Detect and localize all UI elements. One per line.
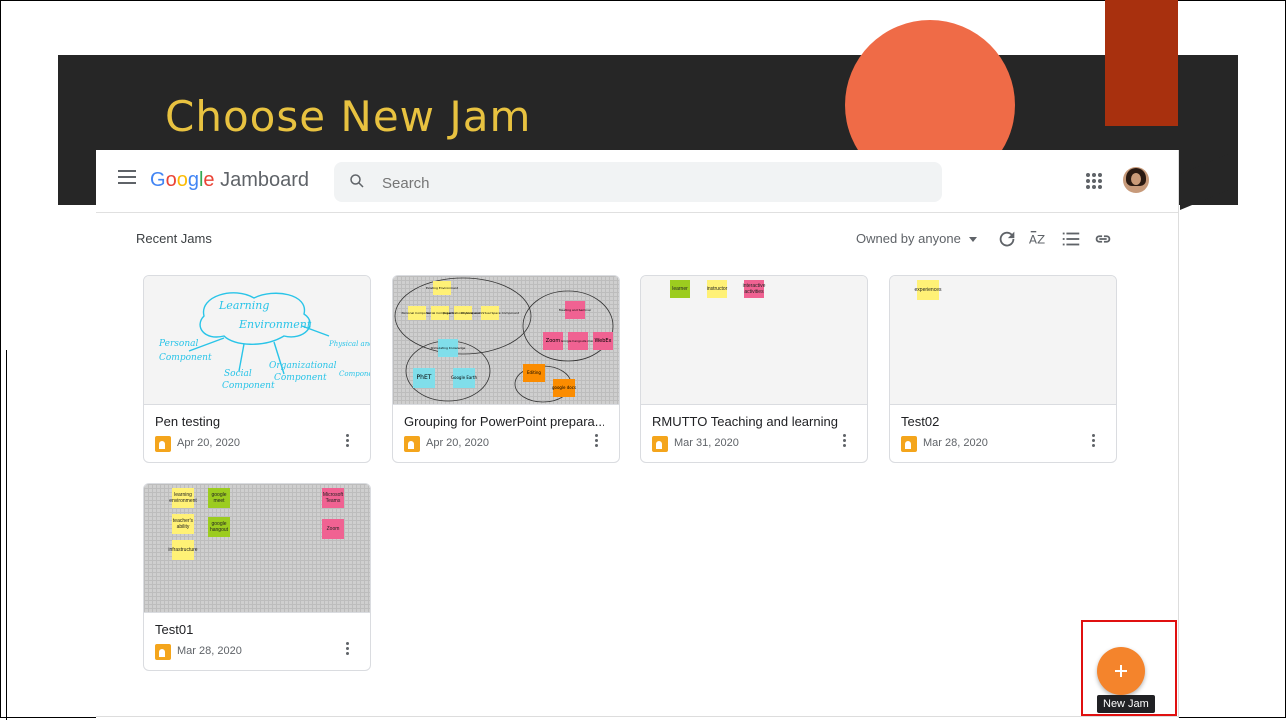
owner-filter-label: Owned by anyone [856,231,961,246]
sticky-note: instructor [707,280,727,298]
jam-thumbnail: learner instructor interactive activitie… [641,276,867,405]
new-jam-tooltip: New Jam [1097,695,1155,713]
refresh-icon[interactable] [996,228,1018,250]
google-apps-grid-icon[interactable] [1086,173,1102,189]
svg-text:Social: Social [224,369,252,379]
svg-text:Zoom: Zoom [546,338,561,344]
jam-title: Grouping for PowerPoint prepara... [404,414,604,429]
jamboard-file-icon [155,644,171,660]
search-icon[interactable] [348,172,366,190]
slide-title: Choose New Jam [165,92,532,141]
svg-text:Google hangouts meet: Google hangouts meet [561,339,596,343]
jam-date: Mar 28, 2020 [177,645,242,657]
google-wordmark: Google [150,169,215,191]
more-options-icon[interactable] [843,434,847,450]
handwriting-thumbnail: Learning Environment Personal Component … [158,292,370,391]
jam-date: Mar 28, 2020 [923,437,988,449]
jam-date: Apr 20, 2020 [426,437,489,449]
chevron-down-icon [968,237,977,243]
jam-card-grouping[interactable]: Existing Environment Personal Component … [392,275,620,463]
new-jam-button[interactable] [1097,647,1145,695]
top-app-bar: Google Jamboard [96,150,1178,213]
sticky-note: Microsoft Teams [322,488,344,508]
hamburger-menu-icon[interactable] [118,170,136,184]
svg-text:Personal: Personal [158,339,198,349]
jam-thumbnail: Existing Environment Personal Component … [393,276,619,405]
sticky-note: google hangout [208,517,230,537]
svg-text:Environment: Environment [238,318,312,331]
more-options-icon[interactable] [1092,434,1096,450]
jam-thumbnail: experiences [890,276,1116,405]
account-avatar[interactable] [1123,167,1149,193]
search-bar[interactable] [334,162,942,204]
jam-title: RMUTTO Teaching and learning [652,414,838,429]
svg-text:Existing Environment: Existing Environment [426,286,459,290]
svg-text:Organizational: Organizational [269,361,337,371]
svg-text:Stimulating Knowledge: Stimulating Knowledge [431,346,466,350]
svg-text:Component: Component [222,381,275,391]
svg-text:AZ: AZ [1029,233,1045,247]
sticky-note: learner [670,280,690,298]
svg-text:Physical and Virtual Space: Physical and Virtual Space [328,340,370,348]
jam-card-pen-testing[interactable]: Learning Environment Personal Component … [143,275,371,463]
link-icon[interactable] [1092,228,1114,250]
jam-card-rmutto[interactable]: learner instructor interactive activitie… [640,275,868,463]
more-options-icon[interactable] [346,434,350,450]
jam-title: Test02 [901,414,940,429]
svg-text:google docs: google docs [552,385,576,390]
jamboard-file-icon [404,436,420,452]
jam-card-test01[interactable]: learning environment google meet Microso… [143,483,371,671]
more-options-icon[interactable] [346,642,350,658]
sticky-note: google meet [208,488,230,508]
jamboard-file-icon [155,436,171,452]
svg-text:Editing: Editing [527,370,541,375]
sticky-note: learning environment [169,488,197,508]
jamboard-logo[interactable]: Google Jamboard [150,169,309,192]
sticky-note: experiences [915,280,941,300]
svg-text:Learning: Learning [218,299,269,312]
svg-text:WebEx: WebEx [594,338,611,344]
jam-title: Pen testing [155,414,221,429]
svg-text:PhET: PhET [417,374,432,381]
jam-thumbnail: Learning Environment Personal Component … [144,276,370,405]
search-input[interactable] [380,162,924,204]
list-view-icon[interactable] [1060,228,1082,250]
more-options-icon[interactable] [595,434,599,450]
mindmap-thumbnail: Existing Environment Personal Component … [394,277,614,403]
slide-left-rule [6,350,7,720]
jam-thumbnail: learning environment google meet Microso… [144,484,370,613]
sort-az-icon[interactable]: AZ [1028,228,1050,250]
jamboard-file-icon [652,436,668,452]
window-bottom-edge [96,716,1178,717]
sticky-note: interactive activities [743,280,765,298]
sticky-note: Zoom [322,519,344,539]
jam-date: Mar 31, 2020 [674,437,739,449]
svg-text:Component: Component [339,370,370,378]
jamboard-window: Google Jamboard Recent Jams Owned by any… [96,150,1179,718]
jamboard-file-icon [901,436,917,452]
svg-text:Meeting and Seminar: Meeting and Seminar [559,308,592,312]
decorative-red-rectangle [1105,0,1178,126]
product-name: Jamboard [220,169,310,191]
jam-card-test02[interactable]: experiences Test02 Mar 28, 2020 [889,275,1117,463]
recent-jams-heading: Recent Jams [136,231,212,246]
jam-date: Apr 20, 2020 [177,437,240,449]
jam-title: Test01 [155,622,194,637]
svg-text:Component: Component [274,373,327,383]
svg-text:Component: Component [159,353,212,363]
sticky-note: teacher's ability [172,514,194,534]
sticky-note: infrastructure [168,540,198,560]
svg-text:Google Earth: Google Earth [451,375,478,380]
owner-filter-dropdown[interactable]: Owned by anyone [856,231,977,246]
svg-text:Physical and Virtual Space Com: Physical and Virtual Space Component [461,311,520,315]
